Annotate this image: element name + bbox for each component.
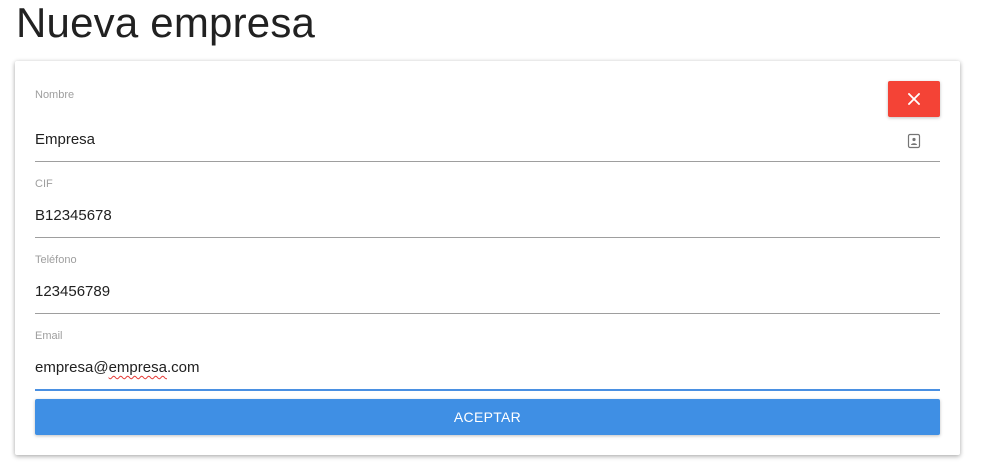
email-value-prefix: empresa@ bbox=[35, 359, 109, 376]
phone-field: Teléfono 123456789 bbox=[35, 253, 940, 316]
name-underline bbox=[35, 161, 940, 162]
name-input[interactable]: Empresa bbox=[35, 130, 895, 150]
email-label: Email bbox=[35, 330, 63, 342]
name-field: Nombre Empresa bbox=[35, 88, 940, 163]
cif-underline bbox=[35, 237, 940, 238]
email-value-spellcheck: empresa bbox=[108, 359, 167, 376]
name-label: Nombre bbox=[35, 89, 75, 101]
email-value-suffix: .com bbox=[166, 359, 200, 376]
cif-label: CIF bbox=[35, 178, 53, 190]
phone-label: Teléfono bbox=[35, 254, 77, 266]
contact-card-icon[interactable] bbox=[907, 133, 921, 149]
company-form-card: Nombre Empresa CIF B12345678 Teléfono 12… bbox=[15, 61, 960, 455]
email-input[interactable]: empresa@empresa.com bbox=[35, 358, 895, 378]
email-field: Email empresa@empresa.com bbox=[35, 329, 940, 393]
email-underline-active bbox=[35, 389, 940, 391]
accept-button[interactable]: ACEPTAR bbox=[35, 399, 940, 435]
phone-underline bbox=[35, 313, 940, 314]
phone-input[interactable]: 123456789 bbox=[35, 282, 895, 302]
page-title: Nueva empresa bbox=[16, 0, 316, 46]
cif-input[interactable]: B12345678 bbox=[35, 206, 895, 226]
cif-field: CIF B12345678 bbox=[35, 177, 940, 240]
